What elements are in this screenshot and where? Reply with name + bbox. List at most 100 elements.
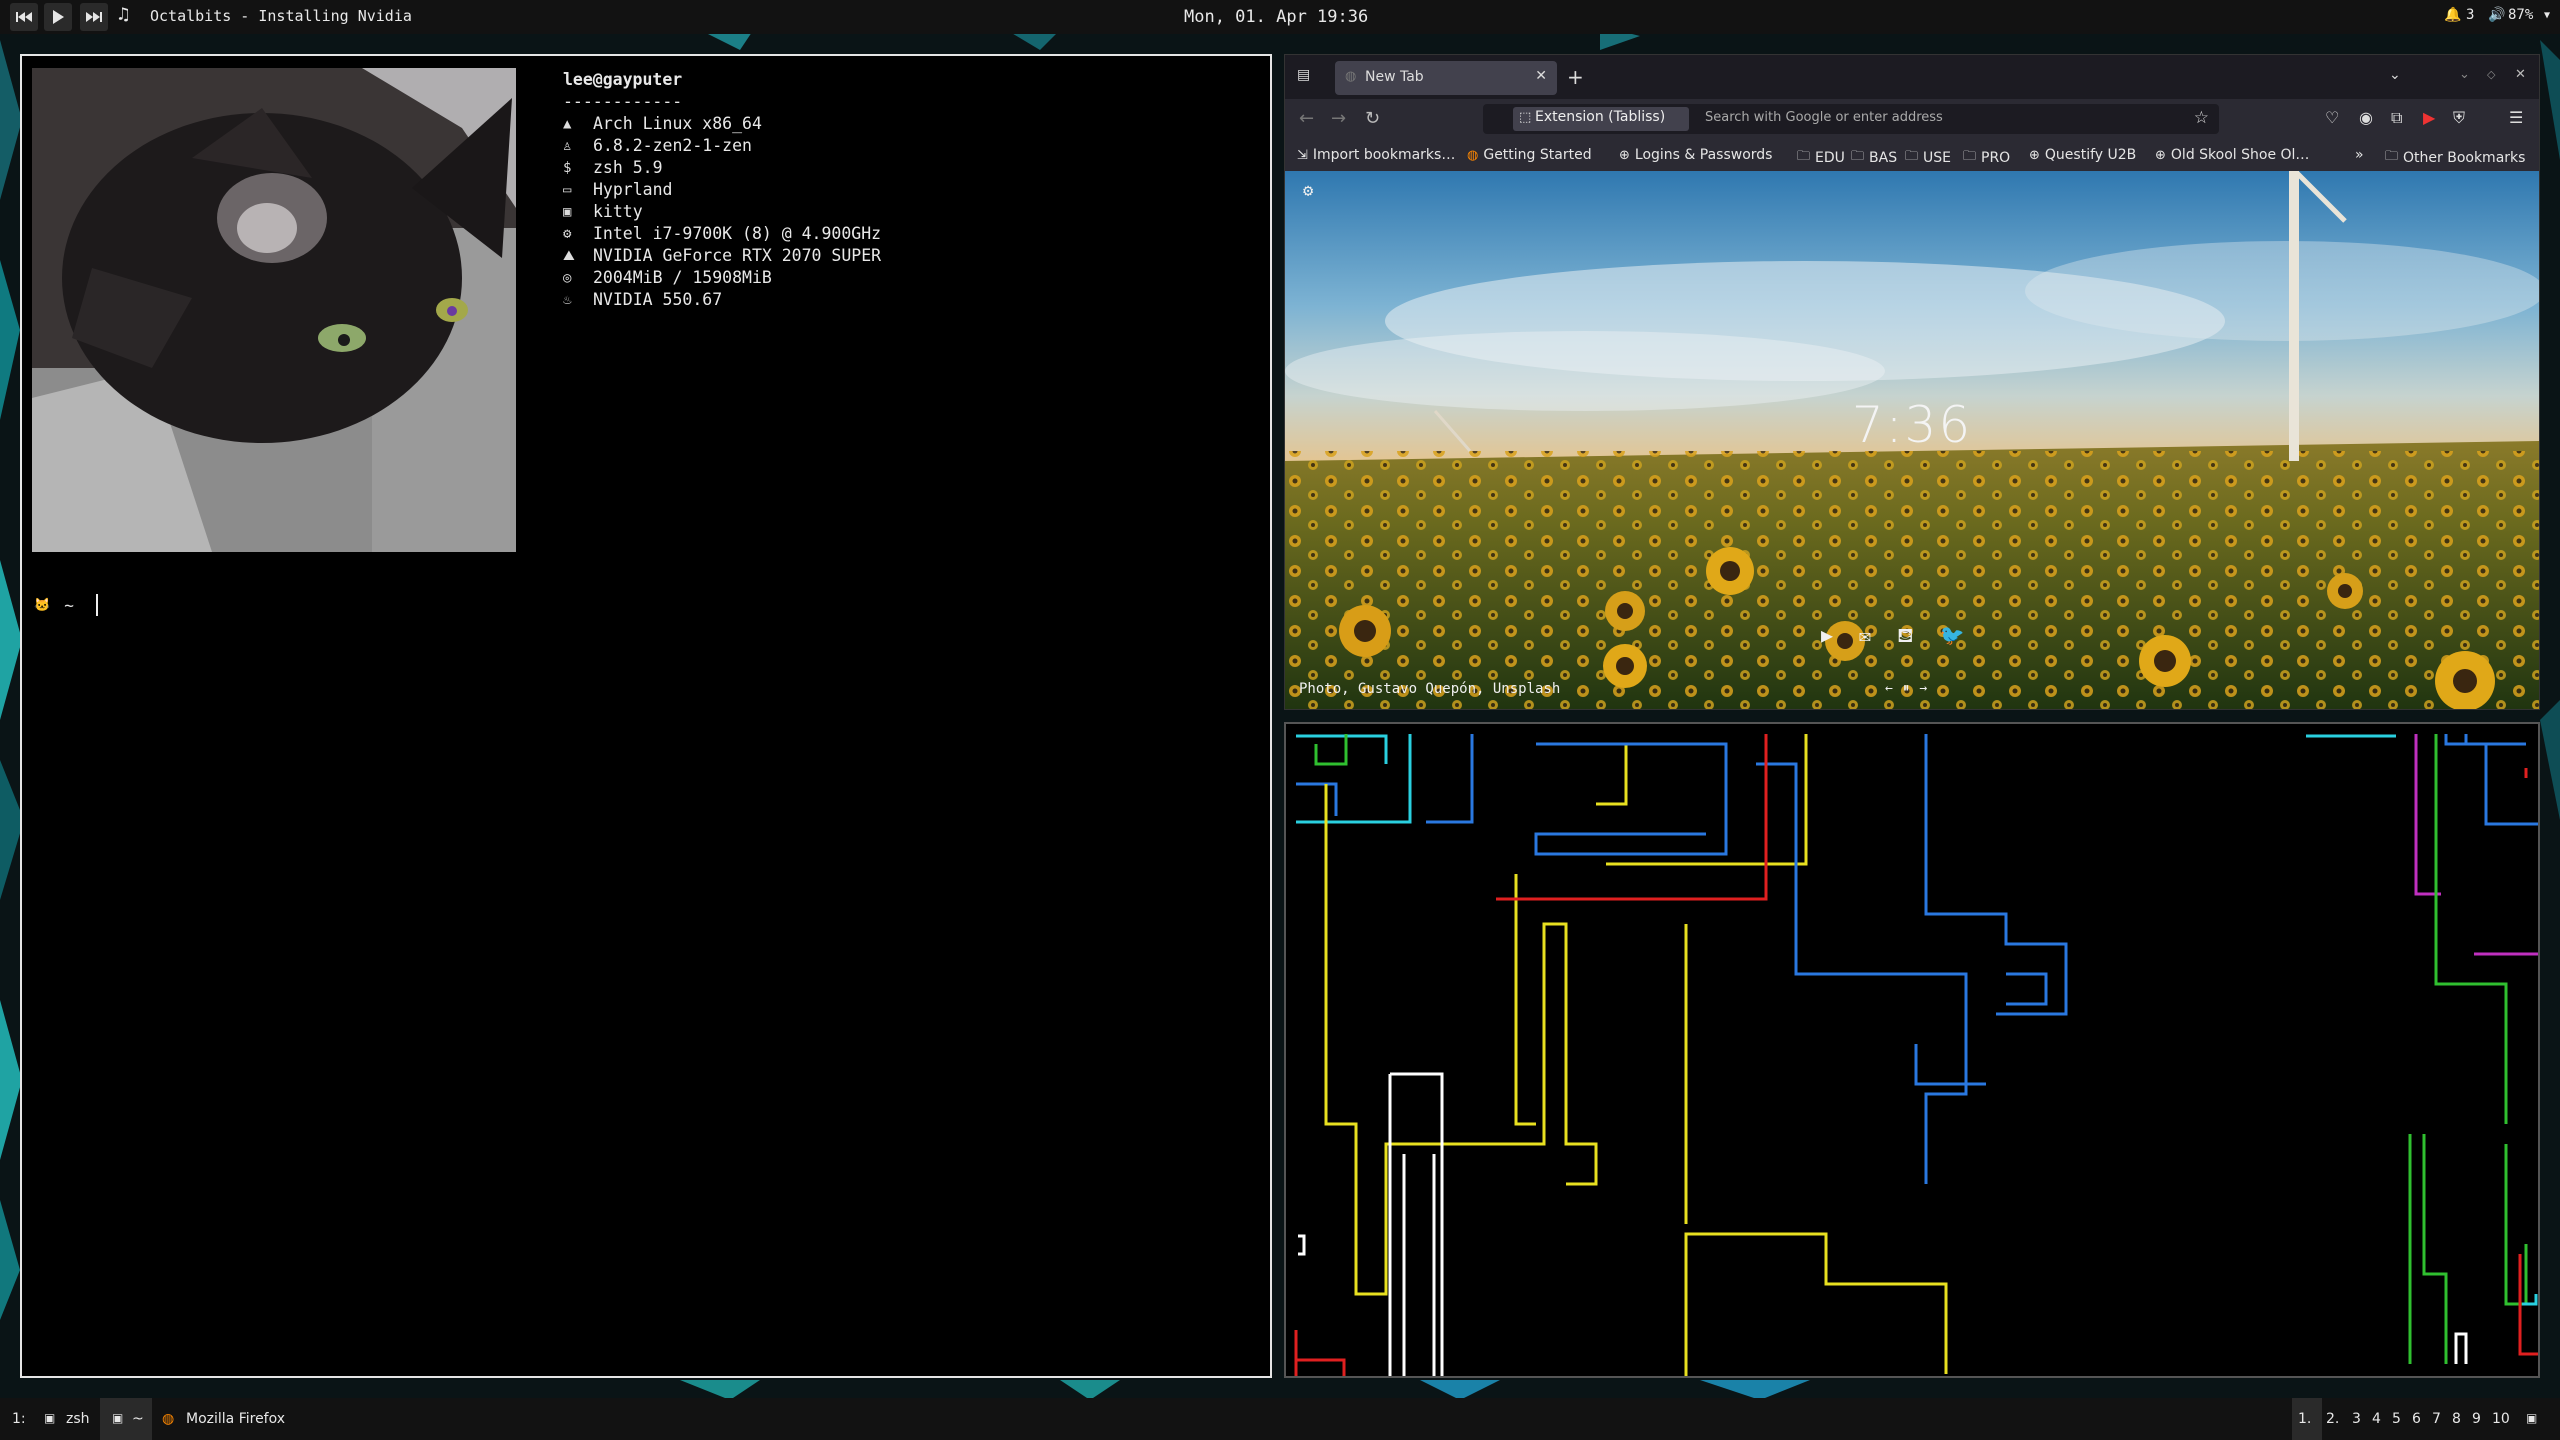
extensions-icon[interactable]: ⧉ bbox=[2391, 108, 2402, 128]
maximize-icon[interactable]: ◇ bbox=[2487, 68, 2495, 81]
cpu-icon: ⚙ bbox=[563, 226, 572, 242]
folder-icon: 🗀 bbox=[1851, 149, 1865, 164]
bookmark-oldskool-label: Old Skool Shoe Ol… bbox=[2170, 147, 2310, 163]
bookmark-import[interactable]: ⇲ Import bookmarks… bbox=[1297, 147, 1455, 163]
workspace-3[interactable]: 3 bbox=[2352, 1411, 2361, 1427]
bookmark-other[interactable]: 🗀 Other Bookmarks bbox=[2385, 147, 2525, 169]
workspace-4[interactable]: 4 bbox=[2372, 1411, 2381, 1427]
workspace-10[interactable]: 10 bbox=[2492, 1411, 2510, 1427]
monitor-icon: ▭ bbox=[563, 182, 572, 198]
globe-icon: ⊕ bbox=[2155, 147, 2166, 163]
prompt-path: ~ bbox=[64, 595, 74, 615]
new-tab-icon[interactable]: + bbox=[1567, 65, 1584, 89]
task-firefox[interactable]: Mozilla Firefox bbox=[186, 1411, 285, 1427]
folder-icon: 🗀 bbox=[1905, 149, 1919, 164]
mountain-icon: ⛰ bbox=[563, 248, 575, 264]
tab-new-tab[interactable]: ◍ New Tab ✕ bbox=[1335, 61, 1557, 95]
tab-list-icon[interactable]: ▤ bbox=[1297, 67, 1310, 83]
pocket-icon[interactable]: ♡ bbox=[2325, 108, 2339, 127]
driver-value: NVIDIA 550.67 bbox=[593, 290, 723, 309]
chevron-down-icon[interactable]: ▼ bbox=[2544, 10, 2550, 21]
pipes-terminal[interactable] bbox=[1284, 722, 2540, 1378]
workspace-9[interactable]: 9 bbox=[2472, 1411, 2481, 1427]
notification-count[interactable]: 3 bbox=[2466, 7, 2474, 23]
workspace-2[interactable]: 2. bbox=[2326, 1411, 2339, 1427]
list-all-tabs-icon[interactable]: ⌄ bbox=[2389, 67, 2401, 83]
back-icon[interactable]: ← bbox=[1299, 108, 1314, 129]
folder-icon: 🗀 bbox=[1797, 149, 1811, 164]
flame-icon: ♨ bbox=[563, 292, 572, 308]
bookmark-logins[interactable]: ⊕ Logins & Passwords bbox=[1619, 147, 1772, 163]
bookmark-questify-label: Questify U2B bbox=[2044, 147, 2137, 163]
tray-icon[interactable]: ▣ bbox=[2526, 1411, 2537, 1425]
bookmark-star-icon[interactable]: ☆ bbox=[2194, 108, 2209, 128]
minimize-icon[interactable]: ⌄ bbox=[2459, 67, 2470, 82]
bookmark-folder-pro[interactable]: 🗀 PRO bbox=[1963, 147, 2010, 169]
shell-prompt[interactable]: 🐱 ~ bbox=[34, 594, 98, 616]
url-bar[interactable]: ⬚ Extension (Tabliss) Search with Google… bbox=[1483, 104, 2219, 134]
bookmark-folder-use[interactable]: 🗀 USE bbox=[1905, 147, 1951, 169]
ublock-icon[interactable]: ⛨ bbox=[2453, 108, 2465, 128]
chevron-double-right-icon[interactable]: » bbox=[2355, 147, 2364, 163]
workspace-8[interactable]: 8 bbox=[2452, 1411, 2461, 1427]
shop-link-icon[interactable]: ⛾ bbox=[1897, 623, 1913, 650]
arch-icon: ▲ bbox=[563, 116, 572, 132]
account-icon[interactable]: ◉ bbox=[2359, 108, 2373, 127]
workspace-7[interactable]: 7 bbox=[2432, 1411, 2441, 1427]
bookmark-getting-started[interactable]: ◍ Getting Started bbox=[1467, 147, 1592, 163]
tab-title: New Tab bbox=[1365, 69, 1424, 85]
bookmark-bas-label: BAS bbox=[1869, 150, 1898, 166]
extension-icon: ⬚ bbox=[1519, 110, 1532, 125]
bookmark-logins-label: Logins & Passwords bbox=[1634, 147, 1773, 163]
youtube-link-icon[interactable]: ▶ bbox=[1821, 623, 1833, 650]
nav-toolbar: ← → ↻ ⛉ ⬚ Extension (Tabliss) Search wit… bbox=[1285, 99, 2539, 139]
window-icon: ▣ bbox=[563, 204, 572, 220]
bookmark-oldskool[interactable]: ⊕ Old Skool Shoe Ol… bbox=[2155, 147, 2309, 163]
settings-gear-icon[interactable]: ⚙ bbox=[1303, 181, 1313, 201]
bookmarks-toolbar: ⇲ Import bookmarks… ◍ Getting Started ⊕ Log… bbox=[1285, 139, 2539, 171]
youtube-ext-icon[interactable]: ▶ bbox=[2423, 108, 2435, 127]
new-tab-page[interactable]: ⚙ 7:36 ▶ ✉ ⛾ 🐦 Photo, Gustavo Quepón, Un… bbox=[1285, 171, 2539, 709]
volume-level[interactable]: 87% bbox=[2508, 7, 2533, 23]
close-tab-icon[interactable]: ✕ bbox=[1535, 68, 1547, 84]
bookmark-use-label: USE bbox=[1923, 150, 1951, 166]
forward-icon[interactable]: → bbox=[1331, 108, 1346, 129]
bookmark-folder-edu[interactable]: 🗀 EDU bbox=[1797, 147, 1845, 169]
url-input[interactable]: Search with Google or enter address bbox=[1705, 110, 1943, 125]
clock[interactable]: Mon, 01. Apr 19:36 bbox=[1184, 7, 1368, 27]
photo-credit[interactable]: Photo, Gustavo Quepón, Unsplash bbox=[1299, 681, 1560, 697]
play-icon[interactable] bbox=[44, 3, 72, 31]
shell-value: zsh 5.9 bbox=[593, 158, 663, 177]
volume-icon[interactable]: 🔊 bbox=[2488, 7, 2505, 23]
skip-previous-icon[interactable] bbox=[10, 3, 38, 31]
bookmark-folder-bas[interactable]: 🗀 BAS bbox=[1851, 147, 1897, 169]
bell-icon[interactable]: 🔔 bbox=[2444, 7, 2461, 23]
top-bar: ♫ Octalbits - Installing Nvidia Mon, 01.… bbox=[0, 0, 2560, 34]
firefox-window[interactable]: ▤ ◍ New Tab ✕ + ⌄ ⌄ ◇ ✕ ← → ↻ ⛉ ⬚ Extens… bbox=[1284, 54, 2540, 710]
menu-icon[interactable]: ☰ bbox=[2509, 108, 2523, 127]
workspace-1-active[interactable]: 1. bbox=[2292, 1398, 2322, 1440]
task-zsh[interactable]: zsh bbox=[66, 1411, 90, 1427]
bookmark-other-label: Other Bookmarks bbox=[2403, 150, 2526, 166]
bookmark-questify[interactable]: ⊕ Questify U2B bbox=[2029, 147, 2136, 163]
reload-icon[interactable]: ↻ bbox=[1365, 108, 1380, 129]
task-tilde[interactable]: ▣ ~ bbox=[100, 1398, 152, 1440]
close-window-icon[interactable]: ✕ bbox=[2515, 67, 2526, 82]
terminal-icon: ▣ bbox=[112, 1411, 124, 1425]
user-host: lee@gayputer bbox=[563, 70, 683, 89]
next-photo-icon[interactable]: → bbox=[1919, 681, 1927, 696]
text-cursor bbox=[95, 594, 98, 616]
twitter-link-icon[interactable]: 🐦 bbox=[1939, 623, 1964, 650]
terminal-window[interactable]: lee@gayputer ------------ ▲ Arch Linux x8… bbox=[20, 54, 1272, 1378]
previous-photo-icon[interactable]: ← bbox=[1885, 681, 1893, 696]
bookmark-getting-started-label: Getting Started bbox=[1483, 147, 1592, 163]
workspace-5[interactable]: 5 bbox=[2392, 1411, 2401, 1427]
separator: ------------ bbox=[563, 92, 683, 111]
globe-icon: ⊕ bbox=[2029, 147, 2040, 163]
skip-next-icon[interactable] bbox=[80, 3, 108, 31]
memory-icon: ◎ bbox=[563, 270, 572, 286]
task-tilde-label: ~ bbox=[132, 1411, 144, 1427]
pause-icon[interactable]: ⏸ bbox=[1903, 681, 1910, 696]
mail-link-icon[interactable]: ✉ bbox=[1859, 623, 1871, 650]
workspace-6[interactable]: 6 bbox=[2412, 1411, 2421, 1427]
